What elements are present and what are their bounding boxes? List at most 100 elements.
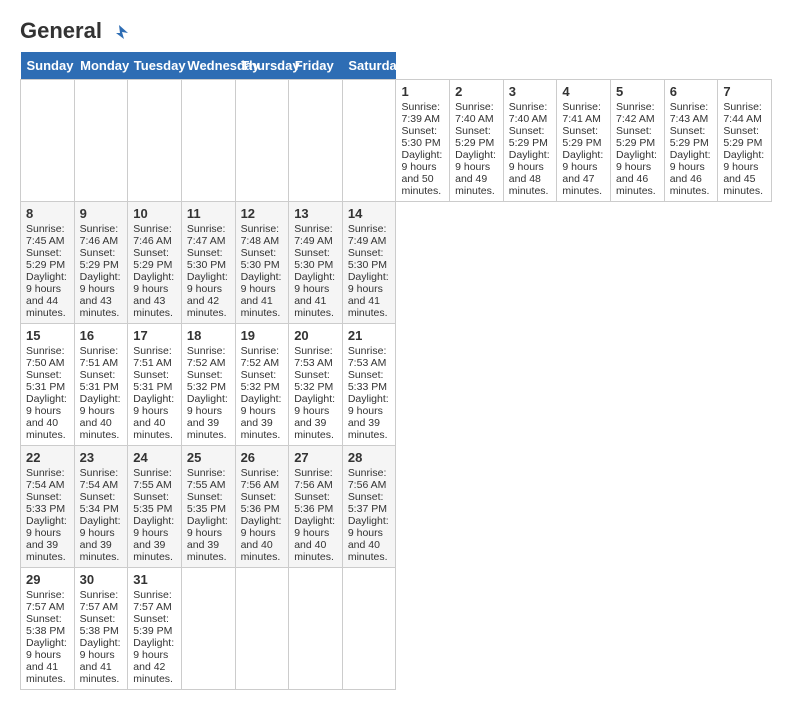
calendar-cell: 24 Sunrise: 7:55 AM Sunset: 5:35 PM Dayl… [128, 446, 182, 568]
calendar-cell: 19 Sunrise: 7:52 AM Sunset: 5:32 PM Dayl… [235, 324, 289, 446]
day-number: 4 [562, 84, 605, 99]
sunrise-text: Sunrise: 7:44 AM [723, 101, 762, 125]
sunset-text: Sunset: 5:35 PM [133, 491, 172, 515]
calendar-cell: 26 Sunrise: 7:56 AM Sunset: 5:36 PM Dayl… [235, 446, 289, 568]
calendar-table: SundayMondayTuesdayWednesdayThursdayFrid… [20, 52, 772, 690]
logo-general: General [20, 20, 128, 42]
sunrise-text: Sunrise: 7:51 AM [80, 345, 119, 369]
daylight-text: Daylight: 9 hours and 50 minutes. [401, 149, 442, 197]
day-number: 5 [616, 84, 659, 99]
sunrise-text: Sunrise: 7:57 AM [133, 589, 172, 613]
day-number: 1 [401, 84, 444, 99]
daylight-text: Daylight: 9 hours and 46 minutes. [670, 149, 711, 197]
sunset-text: Sunset: 5:36 PM [241, 491, 280, 515]
day-number: 30 [80, 572, 123, 587]
calendar-week-1: 1 Sunrise: 7:39 AM Sunset: 5:30 PM Dayli… [21, 80, 772, 202]
daylight-text: Daylight: 9 hours and 41 minutes. [294, 271, 335, 319]
daylight-text: Daylight: 9 hours and 39 minutes. [26, 515, 67, 563]
day-number: 18 [187, 328, 230, 343]
day-number: 10 [133, 206, 176, 221]
sunrise-text: Sunrise: 7:51 AM [133, 345, 172, 369]
sunrise-text: Sunrise: 7:56 AM [294, 467, 333, 491]
daylight-text: Daylight: 9 hours and 40 minutes. [26, 393, 67, 441]
sunset-text: Sunset: 5:32 PM [241, 369, 280, 393]
logo: General [20, 20, 128, 42]
sunset-text: Sunset: 5:29 PM [616, 125, 655, 149]
calendar-cell [181, 80, 235, 202]
sunrise-text: Sunrise: 7:55 AM [187, 467, 226, 491]
sunrise-text: Sunrise: 7:40 AM [455, 101, 494, 125]
calendar-cell: 18 Sunrise: 7:52 AM Sunset: 5:32 PM Dayl… [181, 324, 235, 446]
weekday-header-sunday: Sunday [21, 52, 75, 80]
calendar-cell: 13 Sunrise: 7:49 AM Sunset: 5:30 PM Dayl… [289, 202, 343, 324]
sunset-text: Sunset: 5:38 PM [80, 613, 119, 637]
sunset-text: Sunset: 5:30 PM [348, 247, 387, 271]
sunset-text: Sunset: 5:37 PM [348, 491, 387, 515]
daylight-text: Daylight: 9 hours and 42 minutes. [133, 637, 174, 685]
sunset-text: Sunset: 5:29 PM [80, 247, 119, 271]
sunrise-text: Sunrise: 7:57 AM [26, 589, 65, 613]
sunrise-text: Sunrise: 7:49 AM [294, 223, 333, 247]
logo-bird-icon [110, 23, 128, 41]
sunset-text: Sunset: 5:33 PM [26, 491, 65, 515]
day-number: 13 [294, 206, 337, 221]
sunset-text: Sunset: 5:36 PM [294, 491, 333, 515]
day-number: 3 [509, 84, 552, 99]
daylight-text: Daylight: 9 hours and 40 minutes. [133, 393, 174, 441]
calendar-cell: 3 Sunrise: 7:40 AM Sunset: 5:29 PM Dayli… [503, 80, 557, 202]
weekday-header-saturday: Saturday [342, 52, 396, 80]
weekday-header-tuesday: Tuesday [128, 52, 182, 80]
sunset-text: Sunset: 5:30 PM [241, 247, 280, 271]
day-number: 19 [241, 328, 284, 343]
calendar-week-5: 29 Sunrise: 7:57 AM Sunset: 5:38 PM Dayl… [21, 568, 772, 690]
sunrise-text: Sunrise: 7:57 AM [80, 589, 119, 613]
day-number: 26 [241, 450, 284, 465]
day-number: 17 [133, 328, 176, 343]
sunset-text: Sunset: 5:29 PM [455, 125, 494, 149]
sunset-text: Sunset: 5:29 PM [723, 125, 762, 149]
calendar-week-2: 8 Sunrise: 7:45 AM Sunset: 5:29 PM Dayli… [21, 202, 772, 324]
daylight-text: Daylight: 9 hours and 48 minutes. [509, 149, 550, 197]
calendar-cell: 5 Sunrise: 7:42 AM Sunset: 5:29 PM Dayli… [611, 80, 665, 202]
sunrise-text: Sunrise: 7:54 AM [80, 467, 119, 491]
calendar-cell: 12 Sunrise: 7:48 AM Sunset: 5:30 PM Dayl… [235, 202, 289, 324]
sunrise-text: Sunrise: 7:48 AM [241, 223, 280, 247]
daylight-text: Daylight: 9 hours and 41 minutes. [26, 637, 67, 685]
calendar-cell: 8 Sunrise: 7:45 AM Sunset: 5:29 PM Dayli… [21, 202, 75, 324]
calendar-cell: 28 Sunrise: 7:56 AM Sunset: 5:37 PM Dayl… [342, 446, 396, 568]
calendar-cell [289, 568, 343, 690]
sunset-text: Sunset: 5:32 PM [294, 369, 333, 393]
sunrise-text: Sunrise: 7:42 AM [616, 101, 655, 125]
calendar-cell: 30 Sunrise: 7:57 AM Sunset: 5:38 PM Dayl… [74, 568, 128, 690]
sunrise-text: Sunrise: 7:43 AM [670, 101, 709, 125]
calendar-cell [235, 568, 289, 690]
day-number: 6 [670, 84, 713, 99]
calendar-cell [342, 80, 396, 202]
sunrise-text: Sunrise: 7:40 AM [509, 101, 548, 125]
sunrise-text: Sunrise: 7:39 AM [401, 101, 440, 125]
weekday-header-thursday: Thursday [235, 52, 289, 80]
daylight-text: Daylight: 9 hours and 46 minutes. [616, 149, 657, 197]
calendar-header-row: SundayMondayTuesdayWednesdayThursdayFrid… [21, 52, 772, 80]
sunrise-text: Sunrise: 7:56 AM [348, 467, 387, 491]
day-number: 27 [294, 450, 337, 465]
daylight-text: Daylight: 9 hours and 44 minutes. [26, 271, 67, 319]
sunrise-text: Sunrise: 7:50 AM [26, 345, 65, 369]
calendar-cell: 22 Sunrise: 7:54 AM Sunset: 5:33 PM Dayl… [21, 446, 75, 568]
calendar-cell: 16 Sunrise: 7:51 AM Sunset: 5:31 PM Dayl… [74, 324, 128, 446]
sunrise-text: Sunrise: 7:53 AM [294, 345, 333, 369]
day-number: 7 [723, 84, 766, 99]
sunset-text: Sunset: 5:39 PM [133, 613, 172, 637]
calendar-cell [342, 568, 396, 690]
daylight-text: Daylight: 9 hours and 40 minutes. [348, 515, 389, 563]
sunrise-text: Sunrise: 7:53 AM [348, 345, 387, 369]
daylight-text: Daylight: 9 hours and 40 minutes. [80, 393, 121, 441]
sunset-text: Sunset: 5:29 PM [509, 125, 548, 149]
daylight-text: Daylight: 9 hours and 45 minutes. [723, 149, 764, 197]
sunset-text: Sunset: 5:33 PM [348, 369, 387, 393]
calendar-cell [181, 568, 235, 690]
sunset-text: Sunset: 5:34 PM [80, 491, 119, 515]
daylight-text: Daylight: 9 hours and 39 minutes. [294, 393, 335, 441]
sunrise-text: Sunrise: 7:54 AM [26, 467, 65, 491]
calendar-cell: 29 Sunrise: 7:57 AM Sunset: 5:38 PM Dayl… [21, 568, 75, 690]
